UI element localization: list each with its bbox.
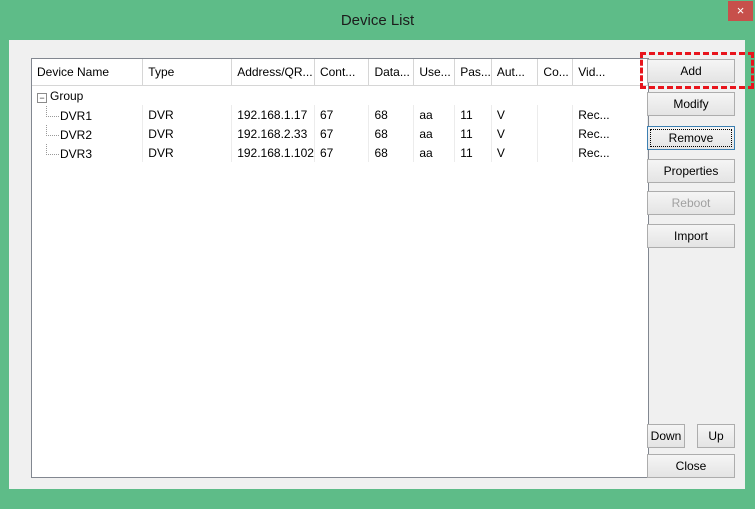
modify-button[interactable]: Modify xyxy=(647,92,735,116)
device-table: Device Name Type Address/QR... Cont... D… xyxy=(32,59,648,162)
address-cell: 192.168.1.102 xyxy=(231,143,315,162)
auto-cell: V xyxy=(491,124,539,143)
user-cell: aa xyxy=(413,124,456,143)
down-button[interactable]: Down xyxy=(647,424,685,448)
header-row: Device Name Type Address/QR... Cont... D… xyxy=(32,59,648,86)
password-cell: 11 xyxy=(454,105,492,124)
table-row[interactable]: DVR2 DVR 192.168.2.33 67 68 aa 11 V Rec.… xyxy=(32,124,648,143)
tree-branch-icon xyxy=(46,144,59,155)
column-header-type[interactable]: Type xyxy=(142,59,233,86)
column-header-address[interactable]: Address/QR... xyxy=(231,59,315,86)
address-cell: 192.168.2.33 xyxy=(231,124,315,143)
group-label: Group xyxy=(50,88,84,103)
remove-button[interactable]: Remove xyxy=(647,126,735,150)
type-cell: DVR xyxy=(142,105,233,124)
type-cell: DVR xyxy=(142,143,233,162)
data-port-cell: 68 xyxy=(368,105,415,124)
control-port-cell: 67 xyxy=(314,105,370,124)
tree-branch-icon xyxy=(46,125,59,136)
device-name-cell: DVR1 xyxy=(60,109,93,123)
column-header-data-port[interactable]: Data... xyxy=(368,59,415,86)
auto-cell: V xyxy=(491,105,539,124)
properties-button[interactable]: Properties xyxy=(647,159,735,183)
control-port-cell: 67 xyxy=(314,143,370,162)
close-button[interactable]: Close xyxy=(647,454,735,478)
table-row[interactable]: DVR3 DVR 192.168.1.102 67 68 aa 11 V Rec… xyxy=(32,143,648,162)
column-header-control-port[interactable]: Cont... xyxy=(314,59,370,86)
reboot-button[interactable]: Reboot xyxy=(647,191,735,215)
tree-branch-icon xyxy=(46,106,59,117)
column-header-video[interactable]: Vid... xyxy=(572,59,648,86)
co-cell xyxy=(537,105,574,124)
video-cell: Rec... xyxy=(572,124,648,143)
data-port-cell: 68 xyxy=(368,124,415,143)
user-cell: aa xyxy=(413,143,456,162)
add-button[interactable]: Add xyxy=(647,59,735,83)
collapse-icon[interactable]: − xyxy=(37,92,47,103)
password-cell: 11 xyxy=(454,143,492,162)
data-port-cell: 68 xyxy=(368,143,415,162)
co-cell xyxy=(537,143,574,162)
import-button[interactable]: Import xyxy=(647,224,735,248)
video-cell: Rec... xyxy=(572,143,648,162)
column-header-device-name[interactable]: Device Name xyxy=(32,59,144,86)
column-header-co[interactable]: Co... xyxy=(537,59,574,86)
tree-group-row[interactable]: − Group xyxy=(32,86,648,106)
column-header-auto[interactable]: Aut... xyxy=(491,59,539,86)
password-cell: 11 xyxy=(454,124,492,143)
video-cell: Rec... xyxy=(572,105,648,124)
control-port-cell: 67 xyxy=(314,124,370,143)
close-icon[interactable]: × xyxy=(728,1,753,21)
user-cell: aa xyxy=(413,105,456,124)
co-cell xyxy=(537,124,574,143)
table-row[interactable]: DVR1 DVR 192.168.1.17 67 68 aa 11 V Rec.… xyxy=(32,105,648,124)
address-cell: 192.168.1.17 xyxy=(231,105,315,124)
type-cell: DVR xyxy=(142,124,233,143)
device-list-window: Device List × Device Name Type Address/Q… xyxy=(0,0,755,509)
column-header-user[interactable]: Use... xyxy=(413,59,456,86)
auto-cell: V xyxy=(491,143,539,162)
window-title: Device List xyxy=(340,12,415,29)
device-name-cell: DVR2 xyxy=(60,128,93,142)
title-bar[interactable]: Device List × xyxy=(0,0,755,40)
column-header-password[interactable]: Pas... xyxy=(454,59,492,86)
device-list-view[interactable]: Device Name Type Address/QR... Cont... D… xyxy=(31,58,649,478)
device-name-cell: DVR3 xyxy=(60,147,93,161)
dialog-body: Device Name Type Address/QR... Cont... D… xyxy=(9,40,745,489)
up-button[interactable]: Up xyxy=(697,424,735,448)
